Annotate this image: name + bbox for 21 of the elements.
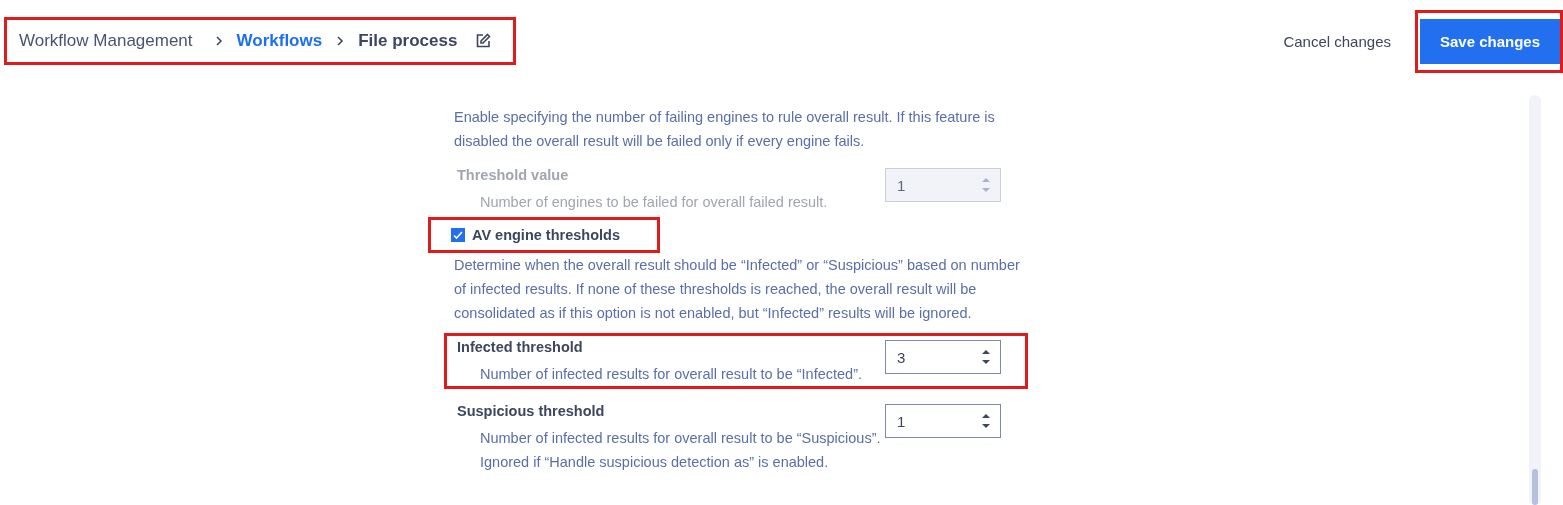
number-field[interactable]: 3 [885, 340, 1001, 374]
save-button[interactable]: Save changes [1420, 18, 1560, 64]
setting-label: Threshold value [457, 166, 570, 185]
scrollbar[interactable] [1529, 95, 1541, 505]
edit-icon[interactable] [475, 33, 492, 49]
checkbox-label[interactable]: AV engine thresholds [472, 227, 620, 243]
number-field[interactable]: 1 [885, 404, 1001, 438]
description-text: Determine when the overall result should be “Infected” or “Suspicious” based on number of infected results. If none of these thresholds is reached, the overall result will be consolidated as if this option is not enabled, but “Infected” results will be ignored. [454, 256, 1021, 323]
chevron-icon [214, 35, 223, 47]
breadcrumb-link[interactable]: Workflows [236, 31, 323, 51]
page-title: File process [358, 31, 458, 51]
breadcrumb-item[interactable]: Workflow Management [19, 31, 193, 51]
cancel-button[interactable]: Cancel changes [1277, 31, 1397, 51]
description-text: Enable specifying the number of failing engines to rule overall result. If this feature is disabled the overall result will be failed only if every engine fails. [454, 108, 996, 151]
hint-text: Number of engines to be failed for overall failed result. [480, 193, 829, 212]
setting-label: Infected threshold [457, 338, 584, 357]
hint-text: Number of infected results for overall result to be “Infected”. [480, 365, 863, 384]
chevron-icon [336, 35, 345, 47]
checkbox[interactable] [451, 228, 465, 242]
hint-text: Number of infected results for overall result to be “Suspicious”. Ignored if “Handle suspicious detection as” is enabled. [480, 429, 882, 472]
setting-label: Suspicious threshold [457, 402, 606, 421]
